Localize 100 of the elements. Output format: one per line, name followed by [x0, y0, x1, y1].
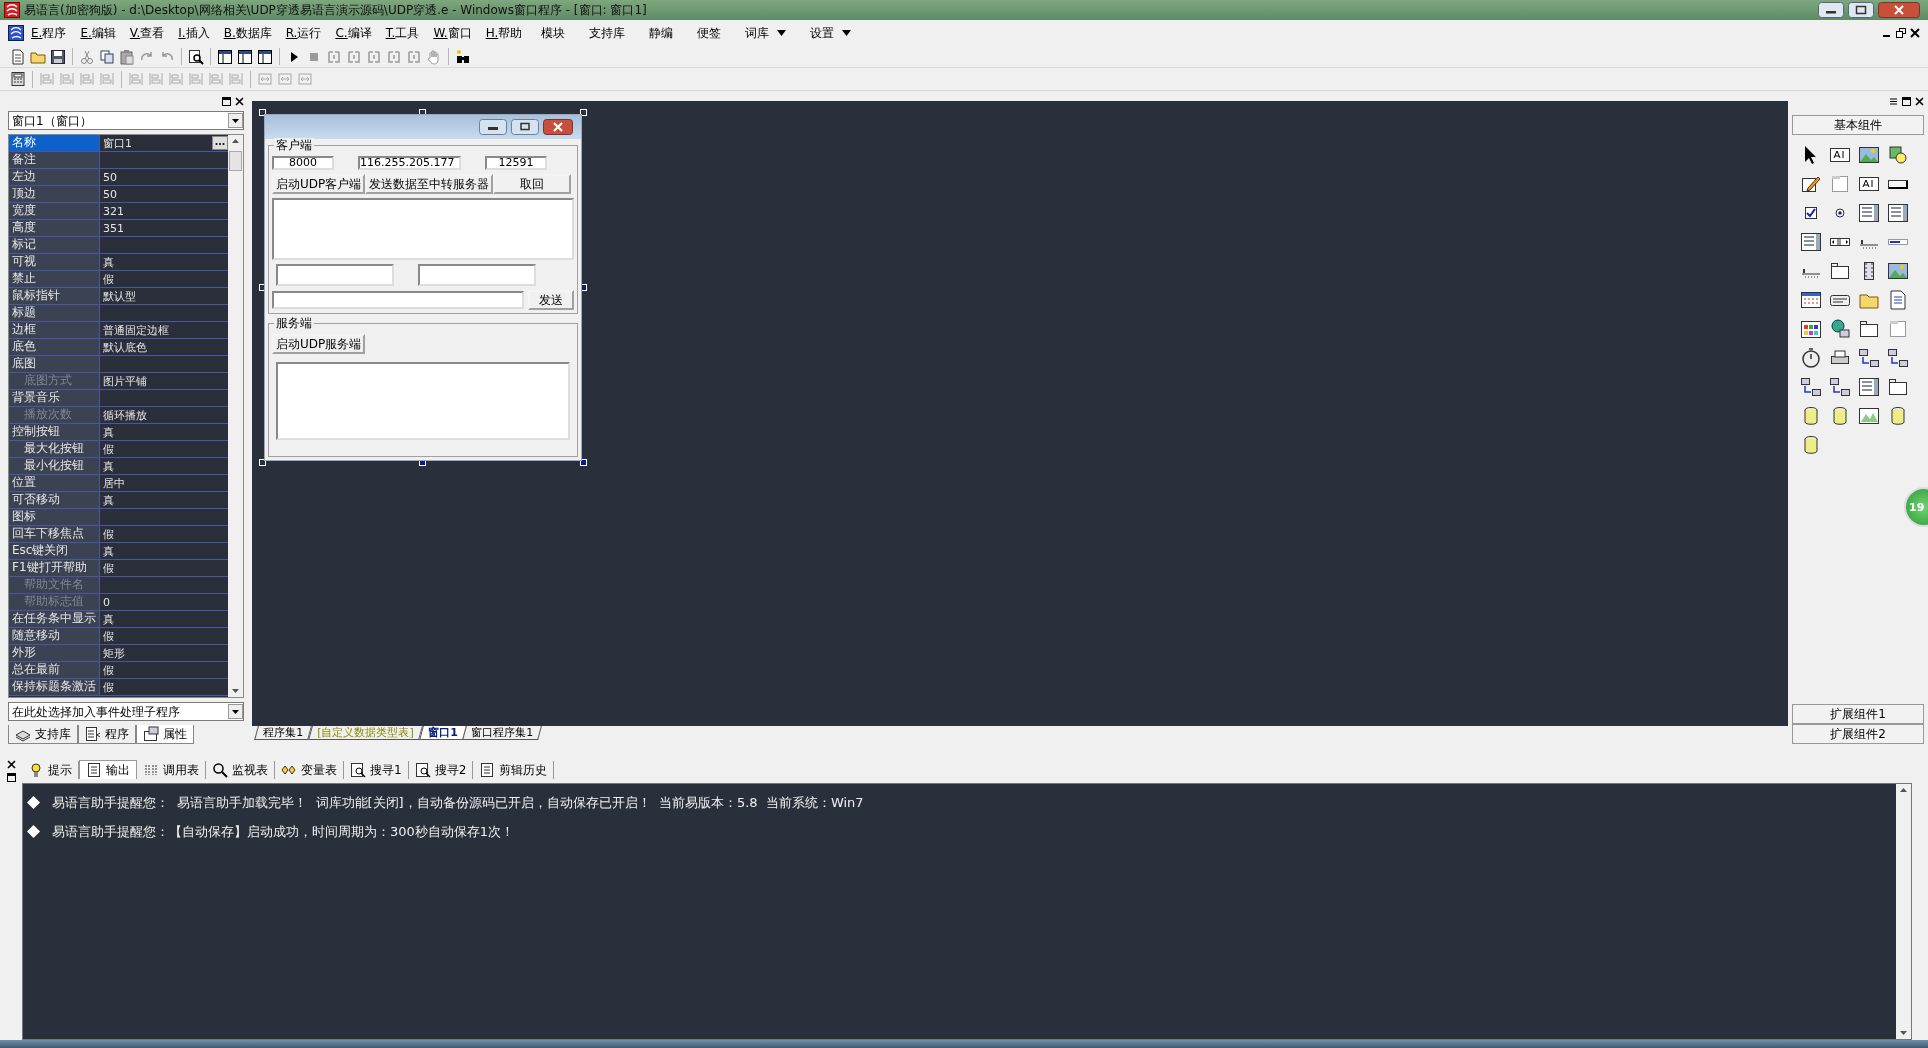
property-value[interactable]: 假 [100, 663, 114, 677]
output-tab[interactable]: 搜寻2 [408, 761, 474, 780]
property-name[interactable]: 随意移动 [9, 628, 100, 645]
menu-item[interactable]: R.运行 [278, 25, 329, 40]
menu-item[interactable]: 设置 [798, 25, 864, 40]
panel-title-button[interactable]: 基本组件 [1792, 115, 1924, 136]
menu-item[interactable]: W.窗口 [426, 25, 479, 40]
send-button[interactable]: 发送 [528, 290, 574, 311]
close-icon[interactable] [543, 119, 573, 136]
property-name[interactable]: 底图 [9, 356, 100, 373]
menu-item[interactable]: H.帮助 [478, 25, 530, 40]
property-name[interactable]: 禁止 [9, 271, 100, 288]
copy-icon[interactable] [99, 48, 115, 65]
text-field[interactable] [276, 264, 394, 287]
property-value[interactable]: 居中 [100, 476, 125, 490]
property-value[interactable]: 假 [100, 680, 114, 694]
close-icon[interactable] [6, 760, 16, 770]
property-name[interactable]: 最小化按钮 [9, 458, 100, 475]
panel-tab[interactable]: 支持库 [8, 725, 78, 745]
property-value[interactable]: 假 [100, 272, 114, 286]
binoculars-icon[interactable] [455, 48, 471, 65]
text-area[interactable] [276, 362, 570, 441]
property-name[interactable]: 外形 [9, 645, 100, 662]
close-icon[interactable] [1910, 27, 1920, 38]
panel-tab[interactable]: 属性 [136, 725, 194, 745]
resize-handle[interactable] [259, 109, 266, 117]
property-value[interactable]: 真 [100, 255, 114, 269]
property-value[interactable]: 假 [100, 442, 114, 456]
property-name[interactable]: F1键打开帮助 [9, 560, 100, 577]
minimize-icon[interactable] [1818, 1, 1844, 18]
resize-handle[interactable] [580, 459, 587, 467]
property-name[interactable]: 标题 [9, 305, 100, 322]
property-name[interactable]: 可否移动 [9, 492, 100, 509]
maximize-icon[interactable] [1848, 1, 1874, 18]
form-window[interactable]: 客户端 8000 116.255.205.177 12591 启动UDP客户端 发送数据至中转服务器 取回 发送 服务端 启动UDP服务端 [264, 114, 582, 462]
property-name[interactable]: 最大化按钮 [9, 441, 100, 458]
property-name[interactable]: 总在最前 [9, 662, 100, 679]
new-file-icon[interactable] [10, 48, 26, 65]
editor-tab[interactable]: 程序集1 [254, 726, 312, 741]
resize-handle[interactable] [580, 109, 587, 117]
text-field[interactable]: 8000 [272, 156, 334, 171]
property-value[interactable]: 假 [100, 561, 114, 575]
close-icon[interactable] [235, 97, 244, 107]
property-value[interactable]: 窗口1 [100, 136, 132, 150]
maximize-icon[interactable] [511, 119, 539, 136]
resize-handle[interactable] [259, 459, 266, 467]
property-name[interactable]: 保持标题条激活 [9, 679, 100, 696]
menu-item[interactable]: 模块 [529, 25, 578, 40]
property-name[interactable]: 背景音乐 [9, 390, 100, 407]
restore-icon[interactable] [1896, 27, 1906, 38]
property-name[interactable]: 鼠标指针 [9, 288, 100, 305]
property-name[interactable]: 控制按钮 [9, 424, 100, 441]
property-value[interactable]: 普通固定边框 [100, 323, 169, 337]
menu-item[interactable]: E.程序 [24, 25, 74, 40]
property-value[interactable]: 矩形 [100, 646, 125, 660]
property-name[interactable]: 位置 [9, 475, 100, 492]
property-name[interactable]: 图标 [9, 509, 100, 526]
search-icon[interactable] [188, 48, 204, 65]
save-icon[interactable] [50, 48, 66, 65]
property-name[interactable]: 顶边 [9, 186, 100, 203]
property-value[interactable]: 50 [100, 170, 117, 184]
form-button[interactable]: 发送数据至中转服务器 [365, 174, 494, 195]
property-name[interactable]: Esc键关闭 [9, 543, 100, 560]
property-name[interactable]: 可视 [9, 254, 100, 271]
panel-button[interactable]: 扩展组件1 [1792, 704, 1924, 725]
property-value[interactable]: 321 [100, 204, 124, 218]
output-tab[interactable]: 监视表 [206, 761, 275, 780]
editor-tab[interactable]: 窗口程序集1 [462, 726, 543, 741]
text-field[interactable]: 12591 [485, 156, 547, 171]
output-tab[interactable]: 输出 [79, 760, 137, 780]
property-value[interactable]: 真 [100, 544, 114, 558]
text-field[interactable]: 116.255.205.177 [358, 156, 461, 171]
editor-tab[interactable]: 窗口1 [418, 726, 467, 741]
scrollbar[interactable] [228, 135, 243, 698]
restore-icon[interactable] [222, 97, 231, 107]
menu-item[interactable]: V.查看 [122, 25, 172, 40]
layout-icon[interactable] [217, 48, 233, 65]
output-tab[interactable]: 搜寻1 [344, 761, 409, 780]
property-value[interactable]: 351 [100, 221, 124, 235]
menu-item[interactable]: C.编译 [328, 25, 379, 40]
restore-icon[interactable] [6, 773, 16, 783]
text-area[interactable] [272, 198, 574, 261]
property-name[interactable]: 高度 [9, 220, 100, 237]
menu-item[interactable]: 词库 [733, 25, 799, 40]
scrollbar-thumb[interactable] [229, 151, 242, 172]
property-value[interactable]: 假 [100, 629, 114, 643]
restore-icon[interactable] [1902, 97, 1911, 107]
menu-item[interactable]: T.工具 [378, 25, 427, 40]
property-value[interactable]: 真 [100, 425, 114, 439]
property-name[interactable]: 边框 [9, 322, 100, 339]
form-button[interactable]: 取回 [493, 174, 572, 195]
property-name[interactable]: 底色 [9, 339, 100, 356]
form-button[interactable]: 启动UDP客户端 [272, 174, 366, 195]
property-value[interactable]: 默认底色 [100, 340, 147, 354]
property-value[interactable]: 真 [100, 459, 114, 473]
clipboard-icon[interactable] [119, 48, 135, 65]
menu-item[interactable]: E.编辑 [73, 25, 123, 40]
property-value[interactable]: 50 [100, 187, 117, 201]
property-name[interactable]: 在任务条中显示 [9, 611, 100, 628]
property-name[interactable]: 左边 [9, 169, 100, 186]
